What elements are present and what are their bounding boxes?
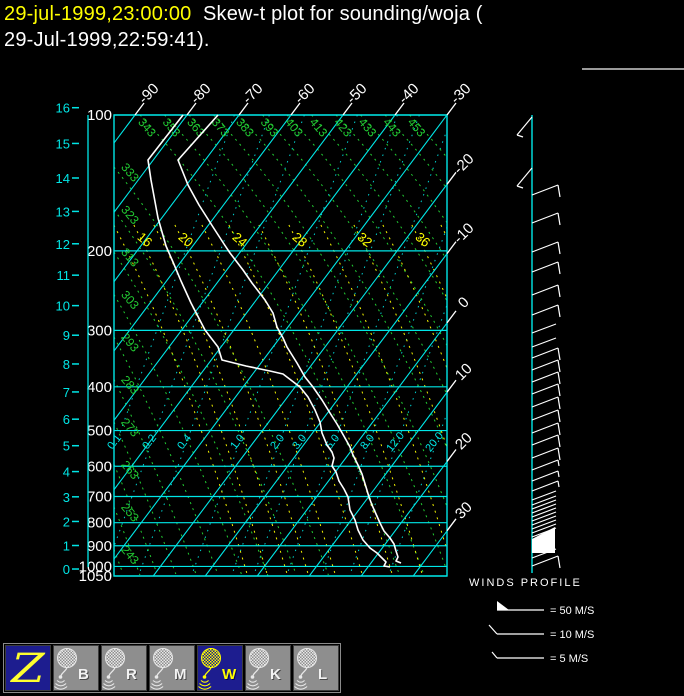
- svg-text:373: 373: [209, 115, 233, 140]
- svg-text:16: 16: [56, 101, 70, 116]
- toolbar-button-z[interactable]: Z: [5, 645, 51, 692]
- toolbar-button-letter: B: [78, 666, 89, 683]
- toolbar-button-w[interactable]: W: [197, 645, 243, 691]
- svg-text:1: 1: [63, 539, 70, 554]
- svg-text:433: 433: [356, 115, 380, 140]
- radiosonde-balloon-icon: [102, 648, 125, 690]
- z-logo: Z: [11, 646, 45, 692]
- svg-text:453: 453: [405, 115, 429, 140]
- svg-text:600: 600: [87, 458, 112, 475]
- svg-text:293: 293: [118, 330, 142, 355]
- svg-text:0: 0: [63, 562, 70, 577]
- svg-text:300: 300: [87, 322, 112, 339]
- svg-text:14: 14: [56, 171, 70, 186]
- winds-profile-title: WINDS PROFILE: [469, 577, 582, 589]
- toolbar-button-b[interactable]: B: [53, 645, 99, 691]
- svg-text:1.0: 1.0: [228, 432, 247, 451]
- toolbar-button-letter: L: [318, 666, 328, 683]
- svg-text:323: 323: [118, 203, 142, 228]
- toolbar-button-letter: W: [222, 666, 237, 683]
- wind-profile: [516, 115, 561, 573]
- svg-text:-70: -70: [239, 80, 266, 107]
- svg-text:= 10 M/S: = 10 M/S: [550, 629, 594, 641]
- toolbar-button-k[interactable]: K: [245, 645, 291, 691]
- radiosonde-balloon-icon: [294, 648, 317, 690]
- svg-text:-60: -60: [291, 80, 318, 107]
- family-labels: 343 353 363 373 383 393 403 413 423 433 443 4533333…: [105, 115, 446, 567]
- toolbar-button-letter: R: [126, 666, 137, 683]
- toolbar-button-letter: K: [270, 666, 281, 683]
- radiosonde-balloon-icon: [54, 648, 77, 690]
- height-axis: 012345678910111213141516: [56, 101, 89, 577]
- svg-text:3.0: 3.0: [290, 432, 309, 451]
- svg-text:-90: -90: [135, 80, 162, 107]
- svg-text:500: 500: [87, 423, 112, 440]
- svg-text:403: 403: [282, 115, 306, 140]
- svg-text:423: 423: [331, 115, 355, 140]
- svg-text:1050: 1050: [79, 568, 112, 585]
- svg-text:-40: -40: [395, 80, 422, 107]
- toolbar-button-l[interactable]: L: [293, 645, 339, 691]
- svg-text:2.0: 2.0: [268, 432, 287, 451]
- toolbar-button-m[interactable]: M: [149, 645, 195, 691]
- svg-text:273: 273: [118, 415, 142, 440]
- wind-legend: = 50 M/S = 10 M/S = 5 M/S: [488, 601, 594, 665]
- svg-text:200: 200: [87, 243, 112, 260]
- svg-text:8: 8: [63, 357, 70, 372]
- radiosonde-balloon-icon: [198, 648, 221, 690]
- svg-text:283: 283: [118, 373, 142, 398]
- svg-text:6: 6: [63, 412, 70, 427]
- svg-text:4: 4: [63, 465, 70, 480]
- toolbar-button-letter: M: [174, 666, 187, 683]
- svg-text:343: 343: [135, 115, 159, 140]
- svg-text:800: 800: [87, 515, 112, 532]
- svg-text:11: 11: [57, 268, 71, 283]
- svg-text:0: 0: [455, 294, 473, 312]
- svg-text:7: 7: [63, 385, 70, 400]
- svg-text:333: 333: [118, 160, 142, 185]
- svg-text:-30: -30: [447, 80, 474, 107]
- svg-text:-80: -80: [187, 80, 214, 107]
- svg-text:0.4: 0.4: [175, 432, 194, 451]
- svg-text:9: 9: [63, 328, 70, 343]
- skewt-chart: 1002003004005006007008009001000105001234…: [56, 80, 595, 665]
- toolbar: ZBRMWKL: [3, 643, 341, 693]
- svg-text:0.2: 0.2: [140, 432, 159, 451]
- svg-text:100: 100: [87, 107, 112, 124]
- svg-text:10: 10: [56, 299, 70, 314]
- isotherms: [114, 115, 447, 576]
- svg-text:5: 5: [63, 439, 70, 454]
- svg-text:400: 400: [87, 379, 112, 396]
- svg-text:700: 700: [87, 489, 112, 506]
- wind-flag-cluster: [532, 527, 555, 553]
- svg-text:3: 3: [63, 490, 70, 505]
- svg-text:363: 363: [184, 115, 208, 140]
- svg-text:2: 2: [63, 514, 70, 529]
- svg-text:383: 383: [233, 115, 257, 140]
- toolbar-button-r[interactable]: R: [101, 645, 147, 691]
- svg-text:8.0: 8.0: [358, 432, 377, 451]
- svg-text:900: 900: [87, 538, 112, 555]
- svg-text:-50: -50: [343, 80, 370, 107]
- svg-text:= 50 M/S: = 50 M/S: [550, 605, 594, 617]
- svg-text:13: 13: [56, 204, 70, 219]
- svg-text:393: 393: [258, 115, 282, 140]
- svg-text:253: 253: [118, 500, 142, 525]
- svg-text:15: 15: [56, 136, 70, 151]
- svg-text:12: 12: [56, 237, 70, 252]
- app-window: { "title": { "timestamp": "29-jul-1999,2…: [0, 0, 684, 696]
- dewpoint-trace: [147, 114, 391, 568]
- svg-text:443: 443: [380, 115, 404, 140]
- radiosonde-balloon-icon: [150, 648, 173, 690]
- svg-text:= 5 M/S: = 5 M/S: [550, 653, 588, 665]
- svg-text:243: 243: [118, 543, 142, 568]
- svg-text:20.0: 20.0: [423, 430, 446, 454]
- line-families: [114, 115, 447, 576]
- radiosonde-balloon-icon: [246, 648, 269, 690]
